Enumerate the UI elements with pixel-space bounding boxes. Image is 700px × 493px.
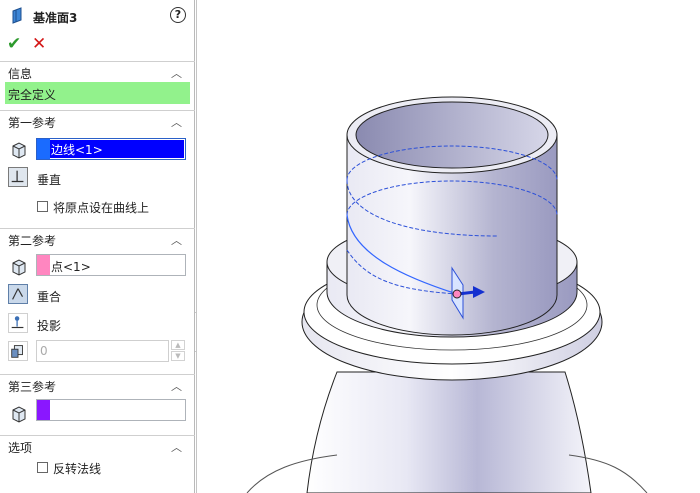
project-label: 投影 [37,319,62,333]
point-reference-icon [12,259,26,276]
coincident-label: 重合 [37,290,62,304]
status-message: 完全定义 [5,82,190,104]
second-reference-value: 点<1> [51,260,91,274]
distance-spinner[interactable]: ▲ ▼ [171,340,185,362]
panel-title-bar: 基准面3 ? [0,0,195,32]
section-info-label: 信息 [8,67,33,81]
cancel-button[interactable]: ✕ [32,36,48,53]
first-reference-field[interactable]: 边线<1> [36,138,186,160]
distance-icon [11,345,23,358]
second-reference-field[interactable]: 点<1> [36,254,186,276]
help-icon[interactable]: ? [170,7,186,23]
property-manager-panel: 基准面3 ? ✔ ✕ 信息 ︿ 完全定义 第一参考 ︿ 边线<1> 垂直 将原点… [0,0,195,493]
perpendicular-icon [11,170,24,183]
section-second-reference-label: 第二参考 [8,234,57,248]
collapse-chevron-icon: ︿ [171,116,182,129]
first-reference-color-swatch [37,139,50,159]
flip-normal-checkbox[interactable] [37,462,48,473]
collapse-chevron-icon: ︿ [171,67,182,80]
collapse-chevron-icon: ︿ [171,441,182,454]
status-text: 完全定义 [8,88,57,102]
plane-icon [12,7,22,24]
section-third-reference-label: 第三参考 [8,380,57,394]
set-origin-on-curve-checkbox[interactable] [37,201,48,212]
edge-reference-icon [12,142,26,159]
third-reference-icon [12,406,26,423]
first-reference-value: 边线<1> [51,143,103,157]
model-view[interactable] [197,0,700,493]
third-reference-color-swatch [37,400,50,420]
perpendicular-label: 垂直 [37,173,62,187]
section-options-header[interactable]: 选项 ︿ [0,435,195,455]
spin-up-icon[interactable]: ▲ [171,340,185,350]
second-reference-color-swatch [37,255,50,275]
set-origin-on-curve-label: 将原点设在曲线上 [53,201,150,215]
ok-button[interactable]: ✔ [7,36,23,53]
collapse-chevron-icon: ︿ [171,380,182,393]
project-icon [11,316,24,329]
section-second-reference-header[interactable]: 第二参考 ︿ [0,228,195,248]
section-third-reference-header[interactable]: 第三参考 ︿ [0,374,195,394]
project-button[interactable] [8,313,28,333]
panel-title: 基准面3 [33,11,78,25]
distance-value: 0 [40,344,48,358]
distance-button[interactable] [8,341,28,361]
spin-down-icon[interactable]: ▼ [171,351,185,361]
third-reference-field[interactable] [36,399,186,421]
coincident-icon [12,288,24,300]
section-options-label: 选项 [8,441,33,455]
flip-normal-label: 反转法线 [53,462,102,476]
perpendicular-button[interactable] [8,167,28,187]
section-info-header[interactable]: 信息 ︿ [0,61,195,81]
graphics-viewport[interactable] [196,0,700,493]
coincident-button[interactable] [8,284,28,304]
section-first-reference-label: 第一参考 [8,116,57,130]
section-first-reference-header[interactable]: 第一参考 ︿ [0,110,195,130]
distance-input[interactable]: 0 [36,340,169,362]
collapse-chevron-icon: ︿ [171,234,182,247]
